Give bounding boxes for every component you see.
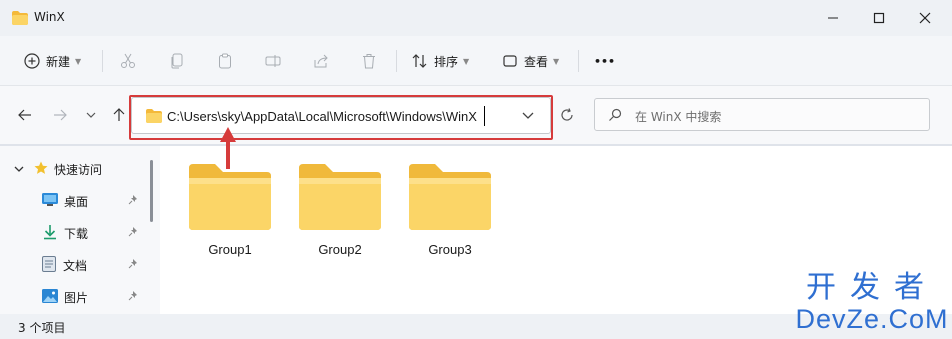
sidebar-item-pictures[interactable]: 图片 xyxy=(0,285,150,309)
copy-icon xyxy=(171,53,183,69)
arrow-right-icon xyxy=(54,109,67,121)
sidebar-item-label: 图片 xyxy=(64,290,89,305)
new-button[interactable]: 新建 ▼ xyxy=(24,49,81,73)
toolbar-divider xyxy=(102,50,103,72)
search-placeholder: 在 WinX 中搜索 xyxy=(635,110,722,124)
window-title: WinX xyxy=(34,10,65,24)
rename-button[interactable] xyxy=(265,49,281,73)
address-highlight-box xyxy=(129,95,553,140)
folder-name: Group2 xyxy=(318,242,362,257)
sort-label: 排序 xyxy=(434,54,459,69)
forward-button[interactable] xyxy=(51,106,69,124)
search-input[interactable]: 在 WinX 中搜索 xyxy=(594,98,930,131)
document-icon xyxy=(42,255,56,275)
chevron-down-icon: ▼ xyxy=(553,56,560,66)
more-options-button[interactable]: ••• xyxy=(594,49,615,73)
sort-icon xyxy=(412,54,427,68)
view-button[interactable]: 查看 ▼ xyxy=(502,49,559,73)
cut-button[interactable] xyxy=(120,49,136,73)
close-icon xyxy=(919,12,931,24)
picture-icon xyxy=(42,288,58,306)
command-bar: 新建 ▼ 排序 ▼ 查看 ▼ ••• xyxy=(0,36,952,86)
title-bar: WinX xyxy=(0,0,952,36)
watermark-logo: 开发者 DevZe.CoM xyxy=(792,272,952,339)
sidebar-scrollbar[interactable] xyxy=(150,160,153,222)
delete-button[interactable] xyxy=(361,49,377,73)
minimize-icon xyxy=(828,17,838,19)
view-label: 查看 xyxy=(524,54,549,69)
sidebar-item-quick-access[interactable]: 快速访问 xyxy=(0,157,102,181)
refresh-icon xyxy=(561,108,573,121)
pin-icon[interactable] xyxy=(128,258,138,272)
minimize-button[interactable] xyxy=(810,0,856,36)
item-count: 3 个项目 xyxy=(18,321,66,335)
chevron-down-icon xyxy=(86,112,96,118)
maximize-icon xyxy=(873,12,885,24)
toolbar-divider xyxy=(396,50,397,72)
share-icon xyxy=(314,54,328,68)
sidebar-item-desktop[interactable]: 桌面 xyxy=(0,189,150,213)
folder-item[interactable]: Group3 xyxy=(405,162,495,257)
copy-button[interactable] xyxy=(169,49,185,73)
folder-name: Group3 xyxy=(428,242,472,257)
folder-item[interactable]: Group1 xyxy=(185,162,275,257)
annotation-arrow xyxy=(218,127,238,172)
scissors-icon xyxy=(121,53,135,68)
download-icon xyxy=(42,224,58,243)
arrow-left-icon xyxy=(18,109,31,121)
close-button[interactable] xyxy=(902,0,948,36)
rename-icon xyxy=(265,55,281,67)
chevron-down-icon[interactable] xyxy=(14,162,24,176)
up-button[interactable] xyxy=(110,106,128,124)
more-icon: ••• xyxy=(594,54,616,68)
sidebar-item-label: 快速访问 xyxy=(54,162,103,177)
sidebar-item-label: 桌面 xyxy=(64,194,89,209)
chevron-down-icon: ▼ xyxy=(463,56,470,66)
watermark-line2: DevZe.CoM xyxy=(795,304,949,334)
view-icon xyxy=(503,55,517,67)
folder-icon xyxy=(189,164,271,230)
folder-icon xyxy=(299,164,381,230)
folder-name: Group1 xyxy=(208,242,252,257)
star-icon xyxy=(34,161,48,178)
search-icon xyxy=(608,108,622,125)
folder-icon xyxy=(409,164,491,230)
sidebar-item-label: 文档 xyxy=(63,258,88,273)
sidebar-item-documents[interactable]: 文档 xyxy=(0,253,150,277)
maximize-button[interactable] xyxy=(856,0,902,36)
plus-circle-icon xyxy=(24,53,40,69)
pin-icon[interactable] xyxy=(128,226,138,240)
recent-locations-button[interactable] xyxy=(82,106,100,124)
share-button[interactable] xyxy=(313,49,329,73)
new-label: 新建 xyxy=(46,54,71,69)
pin-icon[interactable] xyxy=(128,194,138,208)
navigation-pane: 快速访问 桌面 下载 文档 图片 xyxy=(0,146,160,314)
refresh-button[interactable] xyxy=(556,104,578,126)
folder-icon xyxy=(12,11,28,28)
chevron-down-icon: ▼ xyxy=(75,56,82,66)
toolbar-divider xyxy=(578,50,579,72)
paste-button[interactable] xyxy=(217,49,233,73)
sidebar-item-downloads[interactable]: 下载 xyxy=(0,221,150,245)
folder-item[interactable]: Group2 xyxy=(295,162,385,257)
clipboard-icon xyxy=(219,53,231,69)
desktop-icon xyxy=(42,193,58,209)
watermark-line1: 开发者 xyxy=(806,271,938,304)
sort-button[interactable]: 排序 ▼ xyxy=(412,49,469,73)
trash-icon xyxy=(363,54,375,69)
back-button[interactable] xyxy=(16,106,34,124)
sidebar-item-label: 下载 xyxy=(64,226,89,241)
arrow-up-icon xyxy=(113,108,125,121)
pin-icon[interactable] xyxy=(128,290,138,304)
